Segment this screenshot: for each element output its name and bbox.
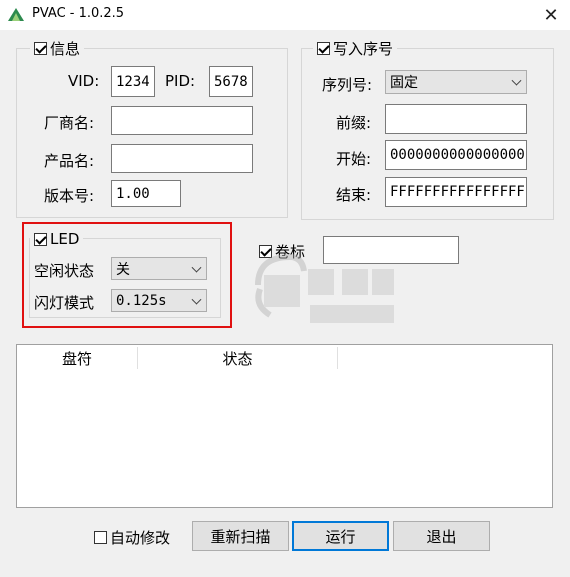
blink-mode-value: 0.125s: [116, 292, 167, 309]
start-input[interactable]: 0000000000000000: [385, 140, 527, 170]
idle-state-value: 关: [116, 261, 130, 278]
version-label: 版本号:: [44, 187, 95, 205]
column-header-status[interactable]: 状态: [138, 345, 337, 371]
blink-mode-select[interactable]: 0.125s: [111, 289, 207, 312]
start-label: 开始:: [336, 150, 372, 168]
auto-modify-row[interactable]: 自动修改: [90, 527, 174, 547]
column-separator[interactable]: [337, 347, 338, 369]
drive-list[interactable]: 盘符 状态: [16, 344, 553, 508]
end-label: 结束:: [336, 186, 372, 204]
info-legend-label: 信息: [50, 39, 81, 58]
product-input[interactable]: [111, 144, 253, 173]
auto-modify-label: 自动修改: [110, 528, 171, 547]
watermark-logo: [255, 253, 394, 323]
serial-legend-label: 写入序号: [333, 39, 394, 58]
vendor-label: 厂商名:: [44, 114, 95, 132]
vid-input[interactable]: 1234: [111, 66, 155, 97]
close-button[interactable]: ✕: [532, 0, 570, 30]
window-title: PVAC - 1.0.2.5: [32, 6, 125, 21]
chevron-down-icon: [191, 294, 202, 305]
app-icon: [8, 8, 24, 21]
idle-state-label: 空闲状态: [34, 262, 95, 280]
info-checkbox[interactable]: [34, 41, 47, 55]
exit-button[interactable]: 退出: [393, 521, 490, 551]
led-checkbox[interactable]: [34, 232, 47, 246]
vid-label: VID:: [68, 72, 100, 90]
column-header-drive[interactable]: 盘符: [17, 345, 137, 371]
chevron-down-icon: [511, 75, 522, 86]
close-icon: ✕: [543, 4, 559, 26]
serial-type-label: 序列号:: [322, 76, 373, 94]
info-legend[interactable]: 信息: [30, 38, 85, 58]
serial-type-select[interactable]: 固定: [385, 70, 527, 94]
blink-mode-label: 闪灯模式: [34, 294, 95, 312]
run-button[interactable]: 运行: [292, 521, 389, 551]
vendor-input[interactable]: [111, 106, 253, 135]
prefix-label: 前缀:: [336, 114, 372, 132]
end-input[interactable]: FFFFFFFFFFFFFFFF: [385, 177, 527, 207]
chevron-down-icon: [191, 262, 202, 273]
pid-label: PID:: [165, 72, 196, 90]
serial-legend[interactable]: 写入序号: [313, 38, 398, 58]
prefix-input[interactable]: [385, 104, 527, 134]
version-input[interactable]: 1.00: [111, 180, 181, 207]
pid-input[interactable]: 5678: [209, 66, 253, 97]
led-legend[interactable]: LED: [30, 229, 84, 249]
product-label: 产品名:: [44, 152, 95, 170]
led-legend-label: LED: [50, 230, 80, 248]
serial-type-value: 固定: [390, 75, 418, 91]
idle-state-select[interactable]: 关: [111, 257, 207, 280]
rescan-button[interactable]: 重新扫描: [192, 521, 289, 551]
auto-modify-checkbox[interactable]: [94, 530, 107, 544]
serial-checkbox[interactable]: [317, 41, 330, 55]
